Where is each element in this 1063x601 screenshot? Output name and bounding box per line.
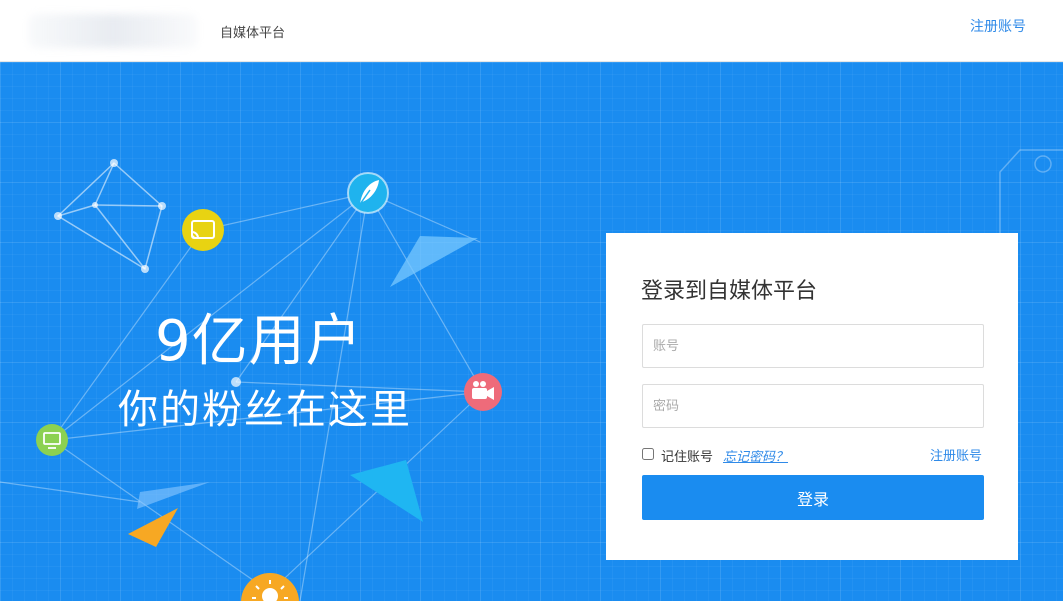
login-title: 登录到自媒体平台 [641, 279, 818, 304]
feather-icon [347, 172, 389, 214]
remember-row: 记住账号 忘记密码？ 注册账号 [642, 445, 984, 465]
card-register-link[interactable]: 注册账号 [930, 445, 982, 464]
login-card: 登录到自媒体平台 记住账号 忘记密码？ 注册账号 登录 [606, 233, 1018, 560]
logo[interactable] [28, 14, 198, 48]
circuit-lines [999, 149, 1063, 237]
triangle-shape [350, 460, 423, 522]
remember-label[interactable]: 记住账号 [661, 446, 713, 465]
account-input[interactable] [642, 324, 984, 368]
triangle-shape [137, 482, 210, 509]
subheadline: 你的粉丝在这里 [118, 387, 412, 433]
video-camera-icon [464, 373, 502, 411]
password-input[interactable] [642, 384, 984, 428]
register-link[interactable]: 注册账号 [970, 16, 1026, 36]
remember-checkbox[interactable] [642, 448, 654, 460]
cast-icon [182, 209, 224, 251]
mesh-shape [56, 161, 163, 271]
headline: 9亿用户 [155, 309, 363, 374]
top-bar: 自媒体平台 注册账号 [0, 0, 1063, 62]
triangle-shape [128, 508, 178, 547]
forgot-password-link[interactable]: 忘记密码？ [723, 446, 788, 465]
brand-name: 自媒体平台 [220, 26, 286, 41]
login-button[interactable]: 登录 [642, 475, 984, 520]
triangle-shape [390, 236, 478, 287]
monitor-icon [36, 424, 68, 456]
